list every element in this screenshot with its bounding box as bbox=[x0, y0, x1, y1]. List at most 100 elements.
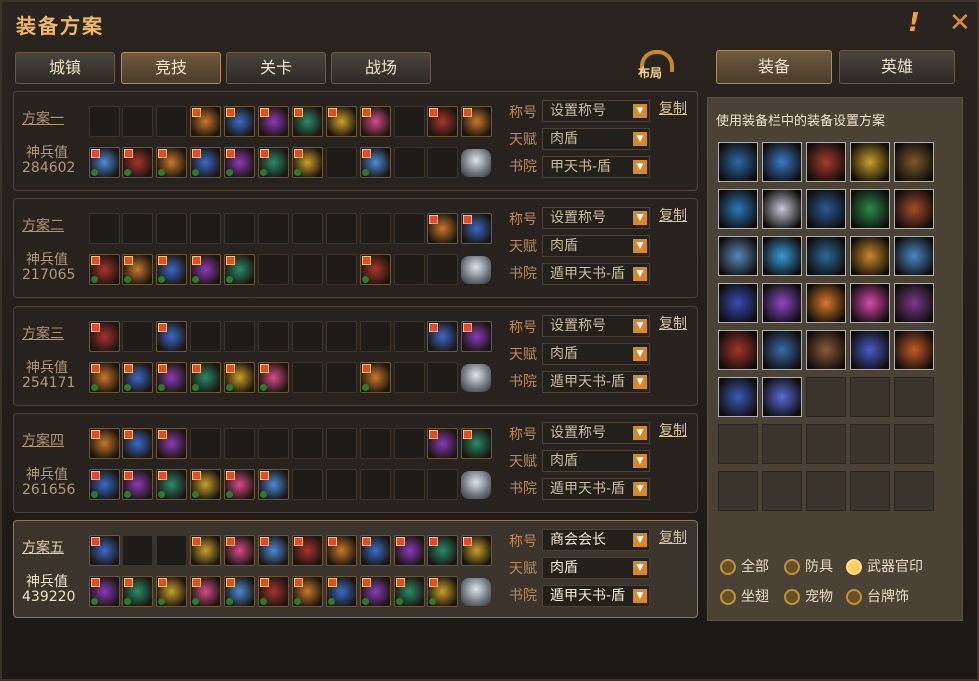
equipped-item-slot[interactable] bbox=[258, 535, 289, 566]
equipped-item-slot[interactable] bbox=[156, 469, 187, 500]
filter-radio[interactable]: 全部 bbox=[720, 556, 769, 576]
equipped-item-slot[interactable] bbox=[89, 576, 120, 607]
equipped-item-slot[interactable] bbox=[122, 362, 153, 393]
empty-slot[interactable] bbox=[360, 213, 391, 244]
copy-button[interactable]: 复制 bbox=[659, 205, 687, 225]
inventory-item[interactable] bbox=[718, 377, 758, 417]
inventory-item[interactable] bbox=[894, 283, 934, 323]
equipped-item-slot[interactable] bbox=[190, 469, 221, 500]
equipped-item-slot[interactable] bbox=[224, 535, 255, 566]
inventory-item[interactable] bbox=[718, 330, 758, 370]
equipped-item-slot[interactable] bbox=[89, 428, 120, 459]
equipped-item-slot[interactable] bbox=[427, 535, 458, 566]
equipped-item-slot[interactable] bbox=[427, 106, 458, 137]
empty-slot[interactable] bbox=[258, 428, 289, 459]
equipped-item-slot[interactable] bbox=[292, 576, 323, 607]
equipped-item-slot[interactable] bbox=[360, 254, 391, 285]
empty-slot[interactable] bbox=[156, 535, 187, 566]
title-dropdown[interactable]: 设置称号 ▼ bbox=[542, 422, 650, 444]
equipped-item-slot[interactable] bbox=[461, 106, 492, 137]
inventory-empty-slot[interactable] bbox=[718, 471, 758, 511]
equipped-item-slot[interactable] bbox=[258, 362, 289, 393]
plan-name[interactable]: 方案四 bbox=[22, 430, 64, 450]
inventory-item[interactable] bbox=[718, 283, 758, 323]
equipped-item-slot[interactable] bbox=[224, 362, 255, 393]
equipped-item-slot[interactable] bbox=[190, 254, 221, 285]
equipped-item-slot[interactable] bbox=[292, 106, 323, 137]
empty-slot[interactable] bbox=[427, 362, 458, 393]
filter-radio[interactable]: 防具 bbox=[784, 556, 833, 576]
empty-slot[interactable] bbox=[326, 362, 357, 393]
empty-slot[interactable] bbox=[224, 428, 255, 459]
equipped-item-slot[interactable] bbox=[360, 576, 391, 607]
empty-slot[interactable] bbox=[122, 321, 153, 352]
inventory-item[interactable] bbox=[762, 189, 802, 229]
equipped-item-slot[interactable] bbox=[89, 254, 120, 285]
equipped-item-slot[interactable] bbox=[122, 576, 153, 607]
tab-arena[interactable]: 竞技 bbox=[121, 52, 221, 84]
inventory-item[interactable] bbox=[894, 142, 934, 182]
equipped-item-slot[interactable] bbox=[461, 535, 492, 566]
empty-slot[interactable] bbox=[326, 469, 357, 500]
inventory-item[interactable] bbox=[762, 236, 802, 276]
equipped-item-slot[interactable] bbox=[461, 213, 492, 244]
equipped-item-slot[interactable] bbox=[394, 576, 425, 607]
empty-slot[interactable] bbox=[89, 213, 120, 244]
cauldron-icon[interactable] bbox=[461, 364, 491, 392]
equipped-item-slot[interactable] bbox=[427, 213, 458, 244]
equipped-item-slot[interactable] bbox=[394, 535, 425, 566]
empty-slot[interactable] bbox=[292, 428, 323, 459]
title-dropdown[interactable]: 设置称号 ▼ bbox=[542, 207, 650, 229]
title-dropdown[interactable]: 设置称号 ▼ bbox=[542, 100, 650, 122]
title-dropdown[interactable]: 商会会长 ▼ bbox=[542, 529, 650, 551]
layout-button[interactable]: 布局 bbox=[634, 50, 674, 84]
tab-town[interactable]: 城镇 bbox=[15, 52, 115, 84]
empty-slot[interactable] bbox=[326, 213, 357, 244]
inventory-empty-slot[interactable] bbox=[806, 471, 846, 511]
equipped-item-slot[interactable] bbox=[224, 254, 255, 285]
equipped-item-slot[interactable] bbox=[190, 362, 221, 393]
empty-slot[interactable] bbox=[394, 106, 425, 137]
equipped-item-slot[interactable] bbox=[122, 147, 153, 178]
empty-slot[interactable] bbox=[122, 106, 153, 137]
inventory-item[interactable] bbox=[894, 236, 934, 276]
empty-slot[interactable] bbox=[156, 213, 187, 244]
equipped-item-slot[interactable] bbox=[224, 147, 255, 178]
inventory-empty-slot[interactable] bbox=[894, 377, 934, 417]
school-dropdown[interactable]: 甲天书-盾 ▼ bbox=[542, 156, 650, 178]
inventory-empty-slot[interactable] bbox=[762, 471, 802, 511]
equipped-item-slot[interactable] bbox=[224, 576, 255, 607]
equipped-item-slot[interactable] bbox=[89, 362, 120, 393]
inventory-item[interactable] bbox=[850, 142, 890, 182]
cauldron-icon[interactable] bbox=[461, 149, 491, 177]
empty-slot[interactable] bbox=[394, 428, 425, 459]
equipped-item-slot[interactable] bbox=[258, 576, 289, 607]
equipped-item-slot[interactable] bbox=[461, 428, 492, 459]
empty-slot[interactable] bbox=[292, 213, 323, 244]
empty-slot[interactable] bbox=[427, 147, 458, 178]
inventory-empty-slot[interactable] bbox=[718, 424, 758, 464]
inventory-empty-slot[interactable] bbox=[806, 377, 846, 417]
empty-slot[interactable] bbox=[360, 428, 391, 459]
plan-name[interactable]: 方案三 bbox=[22, 323, 64, 343]
inventory-empty-slot[interactable] bbox=[850, 377, 890, 417]
equipped-item-slot[interactable] bbox=[156, 321, 187, 352]
copy-button[interactable]: 复制 bbox=[659, 313, 687, 333]
school-dropdown[interactable]: 遁甲天书-盾 ▼ bbox=[542, 478, 650, 500]
equipped-item-slot[interactable] bbox=[360, 535, 391, 566]
inventory-empty-slot[interactable] bbox=[850, 424, 890, 464]
inventory-item[interactable] bbox=[850, 189, 890, 229]
school-dropdown[interactable]: 遁甲天书-盾 ▼ bbox=[542, 263, 650, 285]
equipped-item-slot[interactable] bbox=[190, 106, 221, 137]
inventory-item[interactable] bbox=[894, 330, 934, 370]
talent-dropdown[interactable]: 肉盾 ▼ bbox=[542, 343, 650, 365]
equipped-item-slot[interactable] bbox=[461, 321, 492, 352]
empty-slot[interactable] bbox=[224, 213, 255, 244]
equipped-item-slot[interactable] bbox=[292, 147, 323, 178]
equipped-item-slot[interactable] bbox=[427, 428, 458, 459]
empty-slot[interactable] bbox=[394, 362, 425, 393]
school-dropdown[interactable]: 遁甲天书-盾 ▼ bbox=[542, 371, 650, 393]
talent-dropdown[interactable]: 肉盾 ▼ bbox=[542, 450, 650, 472]
equipped-item-slot[interactable] bbox=[190, 576, 221, 607]
empty-slot[interactable] bbox=[326, 254, 357, 285]
